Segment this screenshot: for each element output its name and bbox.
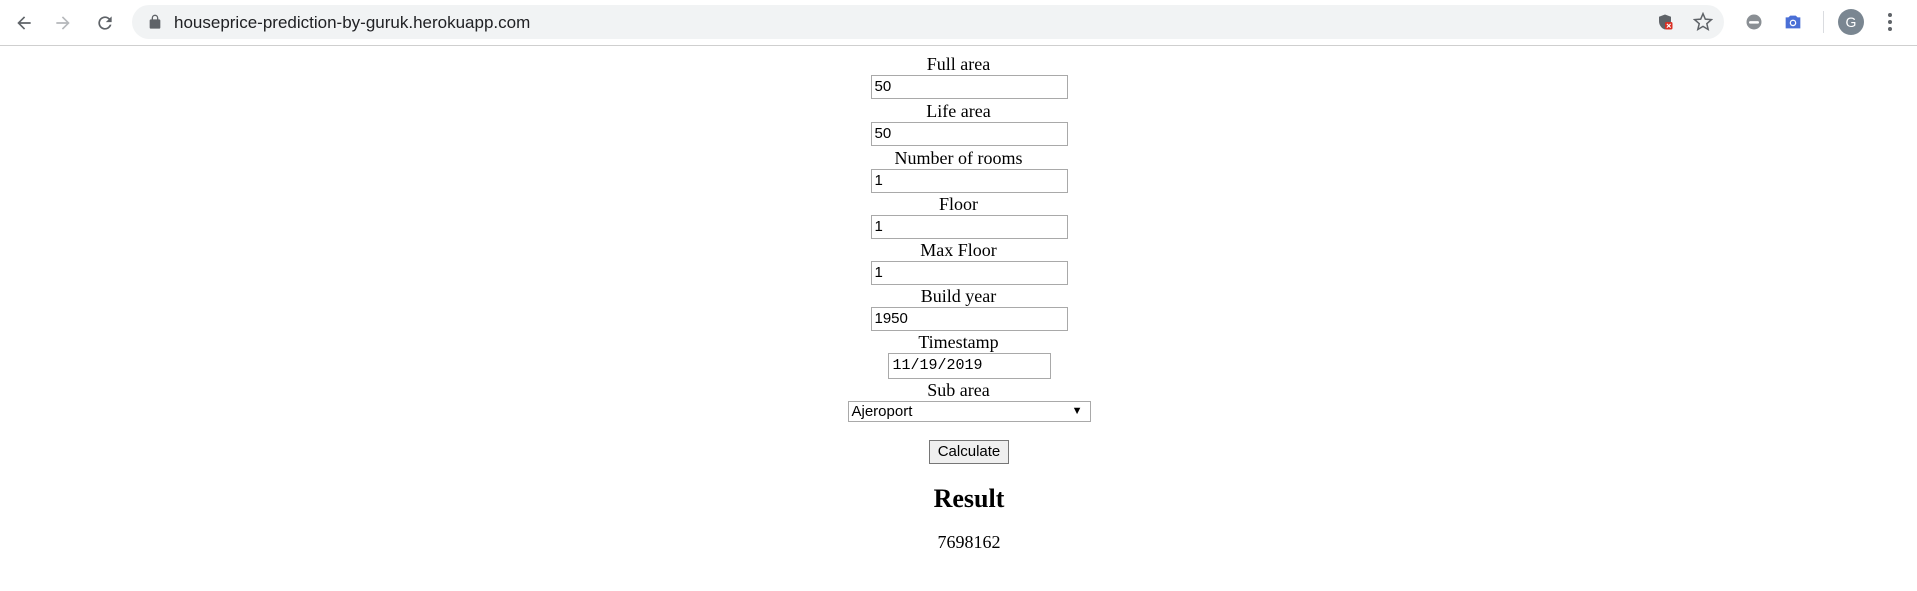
number-of-rooms-label: Number of rooms: [894, 148, 1023, 168]
dropdown-caret-icon: ▼: [1071, 405, 1083, 417]
build-year-label: Build year: [920, 286, 997, 306]
url-text: houseprice-prediction-by-guruk.herokuapp…: [174, 13, 531, 32]
forward-arrow-icon[interactable]: [49, 9, 77, 37]
max-floor-input[interactable]: 1: [870, 261, 1068, 285]
build-year-input[interactable]: 1950: [870, 307, 1068, 331]
camera-extension-icon[interactable]: [1782, 11, 1804, 33]
reload-icon[interactable]: [91, 9, 119, 37]
more-options-icon[interactable]: [1880, 10, 1900, 34]
back-arrow-icon[interactable]: [10, 9, 38, 37]
lock-icon: [149, 14, 161, 29]
sub-area-label: Sub area: [927, 380, 990, 400]
extension-toggle-icon[interactable]: [1743, 11, 1765, 33]
full-area-label: Full area: [926, 54, 991, 74]
floor-label: Floor: [938, 194, 978, 214]
floor-input[interactable]: 1: [870, 215, 1068, 239]
calculate-button[interactable]: Calculate: [928, 440, 1010, 464]
address-bar[interactable]: houseprice-prediction-by-guruk.herokuapp…: [132, 5, 1724, 39]
shield-blocked-icon[interactable]: [1656, 13, 1674, 31]
timestamp-label: Timestamp: [918, 332, 999, 352]
full-area-input[interactable]: 50: [870, 75, 1068, 99]
sub-area-select[interactable]: Ajeroport ▼: [847, 401, 1091, 422]
life-area-input[interactable]: 50: [870, 122, 1068, 146]
number-of-rooms-input[interactable]: 1: [870, 169, 1068, 193]
profile-avatar[interactable]: G: [1838, 9, 1864, 35]
timestamp-date-input[interactable]: 11/19/2019: [887, 353, 1051, 379]
result-heading: Result: [933, 484, 1005, 513]
max-floor-label: Max Floor: [920, 240, 997, 260]
page-content: Full area 50 Life area 50 Number of room…: [0, 47, 1917, 553]
toolbar-divider: [1823, 11, 1824, 33]
result-value: 7698162: [937, 532, 1001, 552]
life-area-label: Life area: [926, 101, 991, 121]
browser-toolbar: houseprice-prediction-by-guruk.herokuapp…: [0, 0, 1917, 46]
prediction-form: Full area 50 Life area 50 Number of room…: [0, 54, 1917, 464]
sub-area-selected-value: Ajeroport: [851, 403, 913, 420]
bookmark-star-icon[interactable]: [1693, 12, 1713, 32]
